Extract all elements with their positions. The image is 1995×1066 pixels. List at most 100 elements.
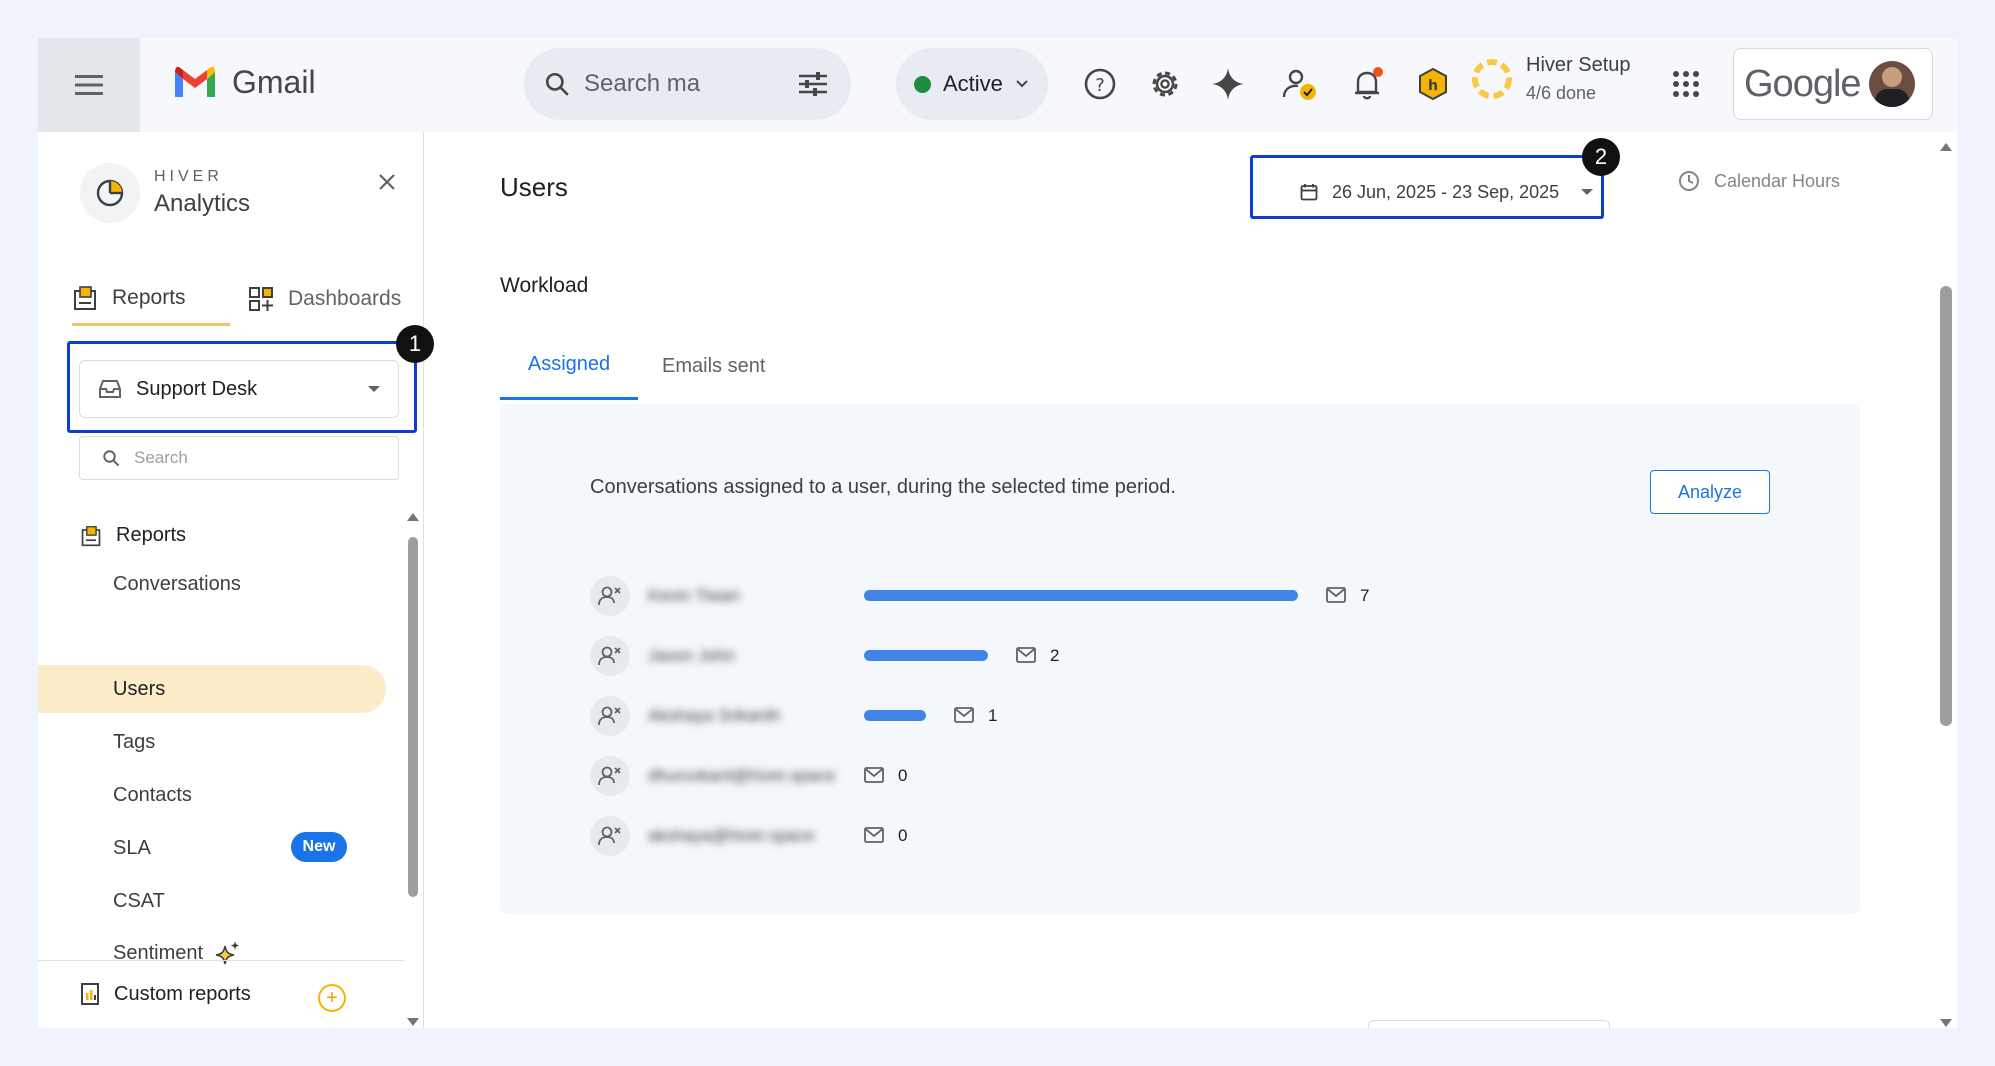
bottom-tab-stub (1368, 1020, 1610, 1028)
bell-icon (1355, 67, 1383, 100)
main-scroll-thumb[interactable] (1940, 286, 1952, 726)
user-name: akshaya@hiver.space (648, 826, 815, 845)
avatar (1868, 61, 1915, 107)
report-search-field[interactable]: Search (79, 436, 399, 480)
gmail-header: Gmail Search ma Active ? h Hiver Setup 4… (38, 38, 1957, 132)
sidebar-item-conversations[interactable]: Conversations (113, 560, 241, 608)
hiver-extension-button[interactable]: h (1413, 64, 1453, 104)
tab-assigned[interactable]: Assigned (500, 332, 638, 400)
settings-button[interactable] (1145, 64, 1185, 104)
sidebar-item-label: CSAT (113, 889, 165, 912)
sidebar-item-sentiment[interactable]: Sentiment (113, 929, 241, 977)
search-icon (103, 450, 120, 467)
analytics-logo-icon (80, 163, 140, 223)
close-icon (379, 174, 395, 190)
analyze-button[interactable]: Analyze (1650, 470, 1770, 514)
report-icon (74, 285, 96, 310)
sidebar-item-users[interactable]: Users (38, 665, 386, 713)
user-row[interactable]: Kevin Tiwari 7 (590, 576, 1790, 616)
notifications-button[interactable] (1348, 64, 1388, 104)
scroll-down-icon[interactable] (1939, 1018, 1953, 1028)
assigned-count: 1 (988, 706, 998, 725)
sparkle-icon (215, 941, 240, 965)
scroll-up-icon[interactable] (406, 512, 420, 522)
calendar-hours-toggle[interactable]: Calendar Hours (1678, 170, 1840, 192)
assigned-count: 7 (1360, 586, 1370, 605)
assigned-bar (864, 590, 1298, 601)
hiver-setup-progress[interactable]: Hiver Setup 4/6 done (1470, 54, 1631, 104)
user-name: Jason John (648, 646, 735, 665)
section-title-workload: Workload (500, 274, 589, 297)
tab-dashboards[interactable]: Dashboards (248, 272, 401, 326)
user-icon (590, 696, 630, 736)
sidebar-scroll-thumb[interactable] (408, 537, 418, 897)
sidebar-divider (38, 960, 404, 961)
user-row[interactable]: dhuruvkant@hiver.space 0 (590, 756, 1790, 796)
plus-icon: + (326, 987, 338, 1009)
progress-ring-icon (1472, 59, 1512, 99)
main-menu-button[interactable] (38, 38, 140, 132)
callout-badge-1: 1 (396, 325, 434, 363)
tab-dashboards-label: Dashboards (288, 287, 402, 310)
report-icon (81, 525, 101, 546)
users-report: Users 26 Jun, 2025 - 23 Sep, 2025 Calend… (424, 132, 1957, 1028)
tab-emails-sent[interactable]: Emails sent (662, 332, 765, 400)
highlight-box-date-range (1250, 155, 1604, 219)
assigned-card: Conversations assigned to a user, during… (500, 404, 1860, 914)
sidebar-item-label: Sentiment (113, 941, 204, 964)
reports-section-header: Reports (80, 524, 186, 547)
mail-search-bar[interactable]: Search ma (524, 48, 851, 120)
svg-text:h: h (1428, 78, 1438, 94)
assigned-bar (864, 650, 988, 661)
sidebar-item-contacts[interactable]: Contacts (113, 771, 192, 819)
status-dropdown[interactable]: Active (896, 48, 1048, 120)
assigned-count: 0 (898, 766, 908, 785)
sidebar-item-tags[interactable]: Tags (113, 718, 155, 766)
report-search-input[interactable]: Search (134, 448, 188, 468)
help-icon: ? (1084, 68, 1116, 100)
user-check-icon (1282, 69, 1316, 100)
callout-badge-2: 2 (1582, 138, 1620, 176)
status-dot (914, 75, 931, 93)
assigned-count: 2 (1050, 646, 1060, 665)
help-button[interactable]: ? (1080, 64, 1120, 104)
user-row[interactable]: akshaya@hiver.space 0 (590, 816, 1790, 856)
sidebar-item-sla[interactable]: SLA (113, 824, 151, 872)
clock-icon (1679, 171, 1699, 191)
sparkle-icon (1212, 68, 1244, 100)
google-account-button[interactable]: Google (1733, 48, 1933, 120)
custom-reports-item[interactable]: Custom reports (80, 982, 251, 1006)
user-icon (590, 756, 630, 796)
scroll-up-icon[interactable] (1939, 142, 1953, 152)
user-row[interactable]: Jason John 2 (590, 636, 1790, 676)
sidebar-item-csat[interactable]: CSAT (113, 877, 165, 925)
mail-icon (864, 767, 884, 783)
chevron-down-icon (1016, 80, 1028, 88)
content-panel: HIVER Analytics Reports Dashboards Suppo… (38, 132, 1957, 1028)
custom-report-icon (81, 983, 99, 1005)
search-options-icon[interactable] (799, 72, 827, 96)
hiver-hex-icon: h (1419, 67, 1447, 101)
tab-reports[interactable]: Reports (72, 272, 230, 326)
card-description: Conversations assigned to a user, during… (590, 476, 1176, 498)
close-sidebar-button[interactable] (378, 170, 396, 198)
app-window: Gmail Search ma Active ? h Hiver Setup 4… (38, 38, 1957, 1028)
user-row[interactable]: Akshaya Srikanth 1 (590, 696, 1790, 736)
brand-small-text: HIVER (154, 168, 223, 185)
calendar-hours-label: Calendar Hours (1714, 170, 1841, 191)
sidebar-item-label: Tags (113, 730, 156, 753)
search-input[interactable]: Search ma (584, 70, 799, 98)
gmail-logo[interactable]: Gmail (172, 64, 316, 101)
gmail-wordmark: Gmail (232, 64, 316, 100)
user-icon (590, 576, 630, 616)
google-apps-button[interactable] (1666, 64, 1706, 104)
gemini-button[interactable] (1208, 64, 1248, 104)
sidebar-item-label: Conversations (113, 572, 241, 595)
user-status-button[interactable] (1280, 64, 1320, 104)
mail-icon (954, 707, 974, 723)
assigned-count: 0 (898, 826, 908, 845)
sidebar-item-label: Contacts (113, 783, 192, 806)
add-custom-report-button[interactable]: + (318, 984, 346, 1012)
scroll-down-icon[interactable] (406, 1017, 420, 1027)
tab-assigned-label: Assigned (527, 353, 611, 375)
